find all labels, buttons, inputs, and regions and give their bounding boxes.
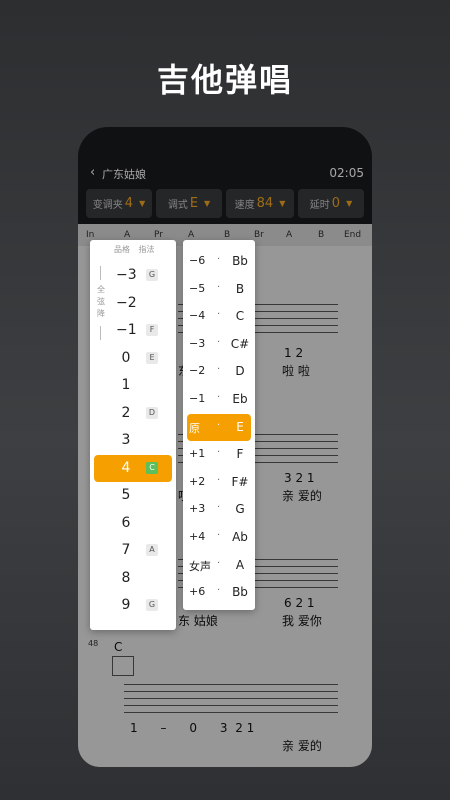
fret-number: 1	[121, 377, 131, 393]
fret-option[interactable]: 7A	[90, 537, 176, 564]
transpose-option[interactable]: +4 · Ab	[183, 524, 255, 551]
semitone-offset: −5	[189, 281, 206, 295]
separator-dot: ·	[217, 309, 221, 321]
transpose-option[interactable]: −6 · Bb	[183, 248, 255, 275]
transpose-option[interactable]: +6 · Bb	[183, 579, 255, 606]
transpose-option[interactable]: −4 · C	[183, 303, 255, 330]
phone-frame: ‹ 广东姑娘 02:05 变调夹 4 ▼ 调式 E ▼ 速度 84 ▼ 延时 0	[78, 127, 372, 767]
separator-dot: ·	[217, 392, 221, 403]
app-screen: ‹ 广东姑娘 02:05 变调夹 4 ▼ 调式 E ▼ 速度 84 ▼ 延时 0	[78, 127, 372, 767]
fret-number: 5	[121, 487, 131, 503]
fret-option[interactable]: −3 G	[90, 262, 176, 289]
transpose-option[interactable]: −3 · C#	[183, 331, 255, 358]
transpose-option[interactable]: −1 · Eb	[183, 386, 255, 413]
semitone-offset: −3	[189, 336, 206, 350]
fret-number: 2	[121, 404, 131, 421]
separator-dot: ·	[217, 336, 221, 348]
key-name: Bb	[232, 254, 248, 268]
key-name: B	[235, 281, 245, 296]
key-name: C#	[230, 336, 250, 351]
capo-fret-panel: 品格 指法 全弦降 −3 G −2 −1 F 0 E 1 2 D 3 4 C 5 6 7 A 8 9 G	[90, 240, 176, 630]
separator-dot: ·	[217, 557, 221, 569]
fret-number: 8	[121, 569, 131, 586]
key-badge: C	[146, 461, 158, 474]
semitone-offset: 女声	[189, 559, 211, 573]
fret-option[interactable]: −2	[90, 290, 176, 317]
separator-dot: ·	[217, 502, 221, 514]
finger-header: 指法	[138, 245, 155, 254]
semitone-offset: −6	[189, 254, 206, 267]
key-name: A	[235, 557, 245, 572]
key-name: F	[236, 447, 244, 462]
fret-number: 3	[121, 432, 131, 448]
fret-option[interactable]: 5	[90, 482, 176, 509]
transpose-key-panel: −6 · Bb −5 · B −4 · C −3 · C# −2 · D −1 · Eb 原 · E +1 · F +2 · F# +…	[183, 240, 255, 610]
key-name: D	[235, 364, 245, 379]
key-badge: F	[146, 324, 158, 336]
key-name: Bb	[232, 585, 248, 600]
semitone-offset: −2	[189, 364, 206, 378]
key-badge: E	[146, 351, 158, 364]
fret-option[interactable]: 8	[90, 565, 176, 592]
fret-number: 7	[121, 542, 131, 558]
semitone-offset: 原	[189, 421, 200, 435]
key-name: G	[235, 502, 245, 517]
separator-dot: ·	[217, 447, 221, 459]
fret-option[interactable]: 0E	[90, 345, 176, 372]
promo-title: 吉他弹唱	[156, 61, 293, 99]
key-badge: A	[146, 544, 158, 556]
semitone-offset: −4	[189, 309, 206, 323]
transpose-option[interactable]: −2 · D	[183, 358, 255, 385]
semitone-offset: +2	[189, 474, 206, 488]
transpose-option[interactable]: −5 · B	[183, 276, 255, 303]
fret-option[interactable]: 4C	[94, 454, 172, 482]
key-name: E	[236, 419, 244, 434]
transpose-option[interactable]: +3 · G	[183, 496, 255, 523]
separator-dot: ·	[217, 530, 221, 541]
fret-number: −2	[116, 294, 137, 311]
key-badge: D	[146, 406, 158, 419]
semitone-offset: −1	[189, 392, 206, 405]
separator-dot: ·	[217, 281, 221, 293]
key-name: C	[235, 309, 245, 324]
fret-number: 0	[121, 349, 131, 366]
key-name: Eb	[232, 392, 248, 406]
semitone-offset: +3	[189, 502, 206, 516]
separator-dot: ·	[217, 419, 221, 431]
fret-number: −3	[116, 267, 137, 283]
key-badge: G	[146, 599, 158, 611]
transpose-option[interactable]: +2 · F#	[183, 469, 255, 496]
transpose-option[interactable]: +1 · F	[183, 441, 255, 468]
transpose-option[interactable]: 原 · E	[187, 413, 251, 441]
semitone-offset: +6	[189, 585, 206, 599]
fret-header: 品格	[114, 245, 130, 254]
semitone-offset: +1	[189, 447, 206, 461]
fret-number: −1	[116, 322, 137, 338]
transpose-option[interactable]: 女声 · A	[183, 552, 255, 579]
fret-option[interactable]: 6	[90, 510, 176, 537]
fret-option[interactable]: 3	[90, 427, 176, 454]
semitone-offset: +4	[189, 530, 206, 543]
separator-dot: ·	[217, 364, 221, 376]
key-name: Ab	[232, 530, 248, 544]
fret-option[interactable]: 2D	[90, 400, 176, 427]
separator-dot: ·	[217, 585, 221, 597]
fret-number: 4	[121, 459, 131, 476]
fret-number: 6	[121, 514, 131, 531]
key-name: F#	[231, 474, 249, 489]
separator-dot: ·	[217, 474, 221, 486]
fret-option[interactable]: 1	[90, 372, 176, 399]
separator-dot: ·	[217, 254, 221, 265]
fret-number: 9	[121, 597, 131, 613]
fret-option[interactable]: 9G	[90, 592, 176, 619]
panel-header: 品格 指法	[114, 244, 161, 255]
fret-option[interactable]: −1 F	[90, 317, 176, 344]
key-badge: G	[146, 269, 158, 281]
